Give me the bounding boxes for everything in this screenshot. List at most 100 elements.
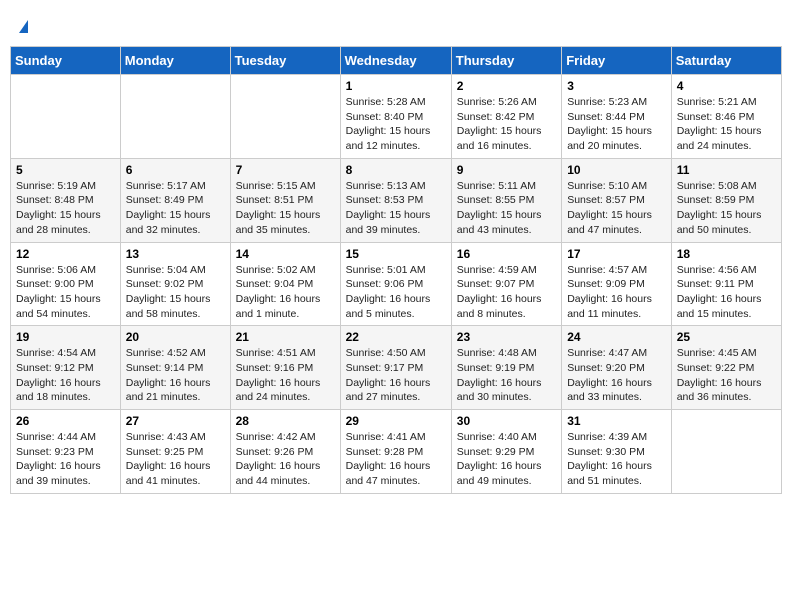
- day-number: 29: [346, 414, 446, 428]
- day-info: Sunrise: 4:48 AM Sunset: 9:19 PM Dayligh…: [457, 346, 556, 405]
- calendar-cell: 24 Sunrise: 4:47 AM Sunset: 9:20 PM Dayli…: [562, 326, 672, 410]
- calendar-cell: 18 Sunrise: 4:56 AM Sunset: 9:11 PM Dayli…: [671, 242, 781, 326]
- day-info: Sunrise: 4:43 AM Sunset: 9:25 PM Dayligh…: [126, 430, 225, 489]
- calendar-week-row: 12Sunrise: 5:06 AM Sunset: 9:00 PM Dayli…: [11, 242, 782, 326]
- day-info: Sunrise: 5:02 AM Sunset: 9:04 PM Dayligh…: [236, 263, 335, 322]
- day-number: 27: [126, 414, 225, 428]
- day-info: Sunrise: 4:41 AM Sunset: 9:28 PM Dayligh…: [346, 430, 446, 489]
- calendar-cell: 6 Sunrise: 5:17 AM Sunset: 8:49 PM Daylig…: [120, 158, 230, 242]
- day-number: 4: [677, 79, 776, 93]
- logo-triangle-icon: [19, 20, 28, 33]
- calendar-table: SundayMondayTuesdayWednesdayThursdayFrid…: [10, 46, 782, 494]
- day-number: 11: [677, 163, 776, 177]
- day-info: Sunrise: 5:17 AM Sunset: 8:49 PM Dayligh…: [126, 179, 225, 238]
- page-header: [10, 10, 782, 40]
- day-number: 9: [457, 163, 556, 177]
- day-number: 24: [567, 330, 666, 344]
- day-info: Sunrise: 5:21 AM Sunset: 8:46 PM Dayligh…: [677, 95, 776, 154]
- day-info: Sunrise: 4:59 AM Sunset: 9:07 PM Dayligh…: [457, 263, 556, 322]
- day-number: 7: [236, 163, 335, 177]
- day-info: Sunrise: 4:50 AM Sunset: 9:17 PM Dayligh…: [346, 346, 446, 405]
- calendar-header-row: SundayMondayTuesdayWednesdayThursdayFrid…: [11, 47, 782, 75]
- calendar-week-row: 1 Sunrise: 5:28 AM Sunset: 8:40 PM Daylig…: [11, 75, 782, 159]
- day-info: Sunrise: 4:40 AM Sunset: 9:29 PM Dayligh…: [457, 430, 556, 489]
- calendar-cell: [230, 75, 340, 159]
- calendar-cell: 3 Sunrise: 5:23 AM Sunset: 8:44 PM Daylig…: [562, 75, 672, 159]
- calendar-cell: 29 Sunrise: 4:41 AM Sunset: 9:28 PM Dayli…: [340, 410, 451, 494]
- day-number: 2: [457, 79, 556, 93]
- day-number: 30: [457, 414, 556, 428]
- day-info: Sunrise: 4:42 AM Sunset: 9:26 PM Dayligh…: [236, 430, 335, 489]
- day-number: 8: [346, 163, 446, 177]
- calendar-week-row: 19Sunrise: 4:54 AM Sunset: 9:12 PM Dayli…: [11, 326, 782, 410]
- day-number: 28: [236, 414, 335, 428]
- calendar-cell: 11 Sunrise: 5:08 AM Sunset: 8:59 PM Dayli…: [671, 158, 781, 242]
- calendar-cell: [11, 75, 121, 159]
- day-info: Sunrise: 5:06 AM Sunset: 9:00 PM Dayligh…: [16, 263, 115, 322]
- calendar-cell: 27 Sunrise: 4:43 AM Sunset: 9:25 PM Dayli…: [120, 410, 230, 494]
- day-info: Sunrise: 5:28 AM Sunset: 8:40 PM Dayligh…: [346, 95, 446, 154]
- day-info: Sunrise: 4:51 AM Sunset: 9:16 PM Dayligh…: [236, 346, 335, 405]
- calendar-cell: 30 Sunrise: 4:40 AM Sunset: 9:29 PM Dayli…: [451, 410, 561, 494]
- day-number: 20: [126, 330, 225, 344]
- day-info: Sunrise: 4:56 AM Sunset: 9:11 PM Dayligh…: [677, 263, 776, 322]
- day-number: 10: [567, 163, 666, 177]
- calendar-cell: 2Sunrise: 5:26 AM Sunset: 8:42 PM Daylig…: [451, 75, 561, 159]
- day-number: 6: [126, 163, 225, 177]
- day-number: 13: [126, 247, 225, 261]
- day-info: Sunrise: 4:45 AM Sunset: 9:22 PM Dayligh…: [677, 346, 776, 405]
- calendar-header-saturday: Saturday: [671, 47, 781, 75]
- calendar-cell: 25 Sunrise: 4:45 AM Sunset: 9:22 PM Dayli…: [671, 326, 781, 410]
- calendar-header-thursday: Thursday: [451, 47, 561, 75]
- day-info: Sunrise: 4:39 AM Sunset: 9:30 PM Dayligh…: [567, 430, 666, 489]
- day-number: 22: [346, 330, 446, 344]
- calendar-cell: 9 Sunrise: 5:11 AM Sunset: 8:55 PM Daylig…: [451, 158, 561, 242]
- calendar-header-monday: Monday: [120, 47, 230, 75]
- calendar-cell: 16 Sunrise: 4:59 AM Sunset: 9:07 PM Dayli…: [451, 242, 561, 326]
- day-number: 3: [567, 79, 666, 93]
- day-number: 1: [346, 79, 446, 93]
- day-number: 5: [16, 163, 115, 177]
- calendar-cell: 19Sunrise: 4:54 AM Sunset: 9:12 PM Dayli…: [11, 326, 121, 410]
- day-info: Sunrise: 5:19 AM Sunset: 8:48 PM Dayligh…: [16, 179, 115, 238]
- day-number: 26: [16, 414, 115, 428]
- logo-text: [18, 14, 30, 36]
- calendar-week-row: 5 Sunrise: 5:19 AM Sunset: 8:48 PM Daylig…: [11, 158, 782, 242]
- day-number: 17: [567, 247, 666, 261]
- day-info: Sunrise: 4:44 AM Sunset: 9:23 PM Dayligh…: [16, 430, 115, 489]
- day-info: Sunrise: 4:52 AM Sunset: 9:14 PM Dayligh…: [126, 346, 225, 405]
- day-info: Sunrise: 4:47 AM Sunset: 9:20 PM Dayligh…: [567, 346, 666, 405]
- day-number: 25: [677, 330, 776, 344]
- day-number: 15: [346, 247, 446, 261]
- calendar-cell: 15Sunrise: 5:01 AM Sunset: 9:06 PM Dayli…: [340, 242, 451, 326]
- calendar-cell: [120, 75, 230, 159]
- calendar-cell: 1 Sunrise: 5:28 AM Sunset: 8:40 PM Daylig…: [340, 75, 451, 159]
- calendar-cell: 13 Sunrise: 5:04 AM Sunset: 9:02 PM Dayli…: [120, 242, 230, 326]
- calendar-cell: 4 Sunrise: 5:21 AM Sunset: 8:46 PM Daylig…: [671, 75, 781, 159]
- day-info: Sunrise: 5:13 AM Sunset: 8:53 PM Dayligh…: [346, 179, 446, 238]
- calendar-header-wednesday: Wednesday: [340, 47, 451, 75]
- day-info: Sunrise: 5:10 AM Sunset: 8:57 PM Dayligh…: [567, 179, 666, 238]
- day-number: 21: [236, 330, 335, 344]
- day-info: Sunrise: 5:23 AM Sunset: 8:44 PM Dayligh…: [567, 95, 666, 154]
- calendar-cell: 10 Sunrise: 5:10 AM Sunset: 8:57 PM Dayli…: [562, 158, 672, 242]
- calendar-cell: 14 Sunrise: 5:02 AM Sunset: 9:04 PM Dayli…: [230, 242, 340, 326]
- day-number: 31: [567, 414, 666, 428]
- calendar-cell: 31 Sunrise: 4:39 AM Sunset: 9:30 PM Dayli…: [562, 410, 672, 494]
- day-number: 18: [677, 247, 776, 261]
- calendar-cell: 5 Sunrise: 5:19 AM Sunset: 8:48 PM Daylig…: [11, 158, 121, 242]
- day-info: Sunrise: 5:04 AM Sunset: 9:02 PM Dayligh…: [126, 263, 225, 322]
- calendar-cell: 28 Sunrise: 4:42 AM Sunset: 9:26 PM Dayli…: [230, 410, 340, 494]
- calendar-cell: 22 Sunrise: 4:50 AM Sunset: 9:17 PM Dayli…: [340, 326, 451, 410]
- day-number: 16: [457, 247, 556, 261]
- day-info: Sunrise: 5:11 AM Sunset: 8:55 PM Dayligh…: [457, 179, 556, 238]
- day-info: Sunrise: 5:15 AM Sunset: 8:51 PM Dayligh…: [236, 179, 335, 238]
- day-info: Sunrise: 4:54 AM Sunset: 9:12 PM Dayligh…: [16, 346, 115, 405]
- calendar-cell: 17Sunrise: 4:57 AM Sunset: 9:09 PM Dayli…: [562, 242, 672, 326]
- logo: [18, 14, 30, 36]
- calendar-header-sunday: Sunday: [11, 47, 121, 75]
- day-info: Sunrise: 5:08 AM Sunset: 8:59 PM Dayligh…: [677, 179, 776, 238]
- day-number: 14: [236, 247, 335, 261]
- calendar-cell: [671, 410, 781, 494]
- calendar-cell: 12Sunrise: 5:06 AM Sunset: 9:00 PM Dayli…: [11, 242, 121, 326]
